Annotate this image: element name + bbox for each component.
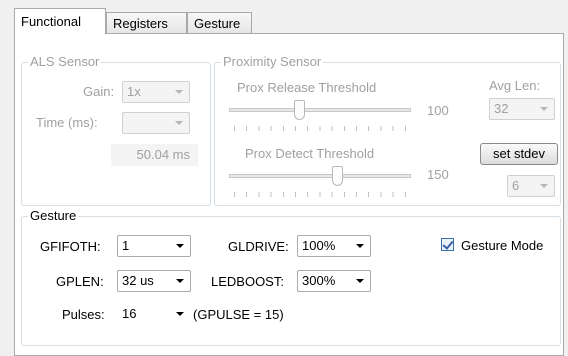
- prox-detect-track: [229, 174, 411, 178]
- prox-release-ticks: [234, 126, 410, 131]
- gain-label: Gain:: [83, 84, 115, 99]
- gesture-mode-checkbox[interactable]: [441, 238, 454, 251]
- chevron-down-icon: [356, 244, 364, 248]
- time-label: Time (ms):: [36, 115, 98, 130]
- gain-select[interactable]: 1x: [122, 81, 190, 103]
- tab-functional[interactable]: Functional: [14, 8, 106, 34]
- checkmark-icon: [442, 238, 454, 250]
- gesture-legend: Gesture: [28, 208, 79, 223]
- avg-len-label: Avg Len:: [489, 78, 541, 93]
- stdev-select[interactable]: 6: [507, 175, 555, 197]
- avg-len-value: 32: [494, 101, 509, 116]
- gplen-value: 32 us: [122, 273, 154, 288]
- gldrive-label: GLDRIVE:: [228, 239, 289, 254]
- ledboost-select[interactable]: 300%: [297, 270, 371, 292]
- prox-release-value: 100: [427, 103, 449, 118]
- avg-len-select[interactable]: 32: [489, 98, 555, 120]
- gplen-select[interactable]: 32 us: [117, 270, 191, 292]
- chevron-down-icon: [176, 312, 184, 316]
- time-select[interactable]: [122, 112, 190, 134]
- prox-release-track: [229, 108, 411, 112]
- prox-detect-threshold-label: Prox Detect Threshold: [245, 146, 375, 161]
- chevron-down-icon: [176, 244, 184, 248]
- proximity-sensor-group: Proximity Sensor Prox Release Threshold …: [214, 54, 561, 206]
- gesture-group: Gesture GFIFOTH: 1 GLDRIVE: 100% Gesture…: [21, 208, 561, 346]
- pulses-value: 16: [122, 306, 137, 321]
- gain-value: 1x: [127, 84, 141, 99]
- tab-panel-functional: ALS Sensor Gain: 1x Time (ms): 50.04 ms …: [14, 33, 564, 356]
- prox-detect-ticks: [234, 192, 410, 197]
- chevron-down-icon: [175, 121, 183, 125]
- gfifoth-label: GFIFOTH:: [40, 239, 101, 254]
- chevron-down-icon: [175, 90, 183, 94]
- ledboost-value: 300%: [302, 273, 336, 288]
- chevron-down-icon: [540, 184, 548, 188]
- chevron-down-icon: [540, 107, 548, 111]
- als-sensor-group: ALS Sensor Gain: 1x Time (ms): 50.04 ms: [21, 54, 211, 206]
- prox-release-threshold-label: Prox Release Threshold: [237, 80, 377, 95]
- prox-detect-value: 150: [427, 167, 449, 182]
- set-stdev-button[interactable]: set stdev: [480, 143, 558, 165]
- gesture-mode-label[interactable]: Gesture Mode: [461, 238, 543, 253]
- gfifoth-select[interactable]: 1: [117, 235, 191, 257]
- als-sensor-legend: ALS Sensor: [28, 54, 102, 69]
- gfifoth-value: 1: [122, 238, 130, 253]
- pulses-label: Pulses:: [62, 307, 105, 322]
- ledboost-label: LEDBOOST:: [211, 274, 284, 289]
- chevron-down-icon: [356, 279, 364, 283]
- time-readout: 50.04 ms: [136, 147, 190, 162]
- proximity-sensor-legend: Proximity Sensor: [221, 54, 324, 69]
- tab-registers[interactable]: Registers: [106, 12, 187, 33]
- time-readout-box: 50.04 ms: [111, 144, 198, 166]
- pulses-select[interactable]: 16: [117, 303, 191, 325]
- prox-detect-slider-thumb[interactable]: [332, 166, 343, 186]
- gldrive-value: 100%: [302, 238, 336, 253]
- tab-gesture[interactable]: Gesture: [187, 12, 252, 33]
- stdev-value: 6: [512, 178, 520, 193]
- chevron-down-icon: [176, 279, 184, 283]
- prox-release-slider-thumb[interactable]: [294, 100, 305, 120]
- gpulse-text: (GPULSE = 15): [193, 307, 284, 322]
- gldrive-select[interactable]: 100%: [297, 235, 371, 257]
- gplen-label: GPLEN:: [56, 274, 104, 289]
